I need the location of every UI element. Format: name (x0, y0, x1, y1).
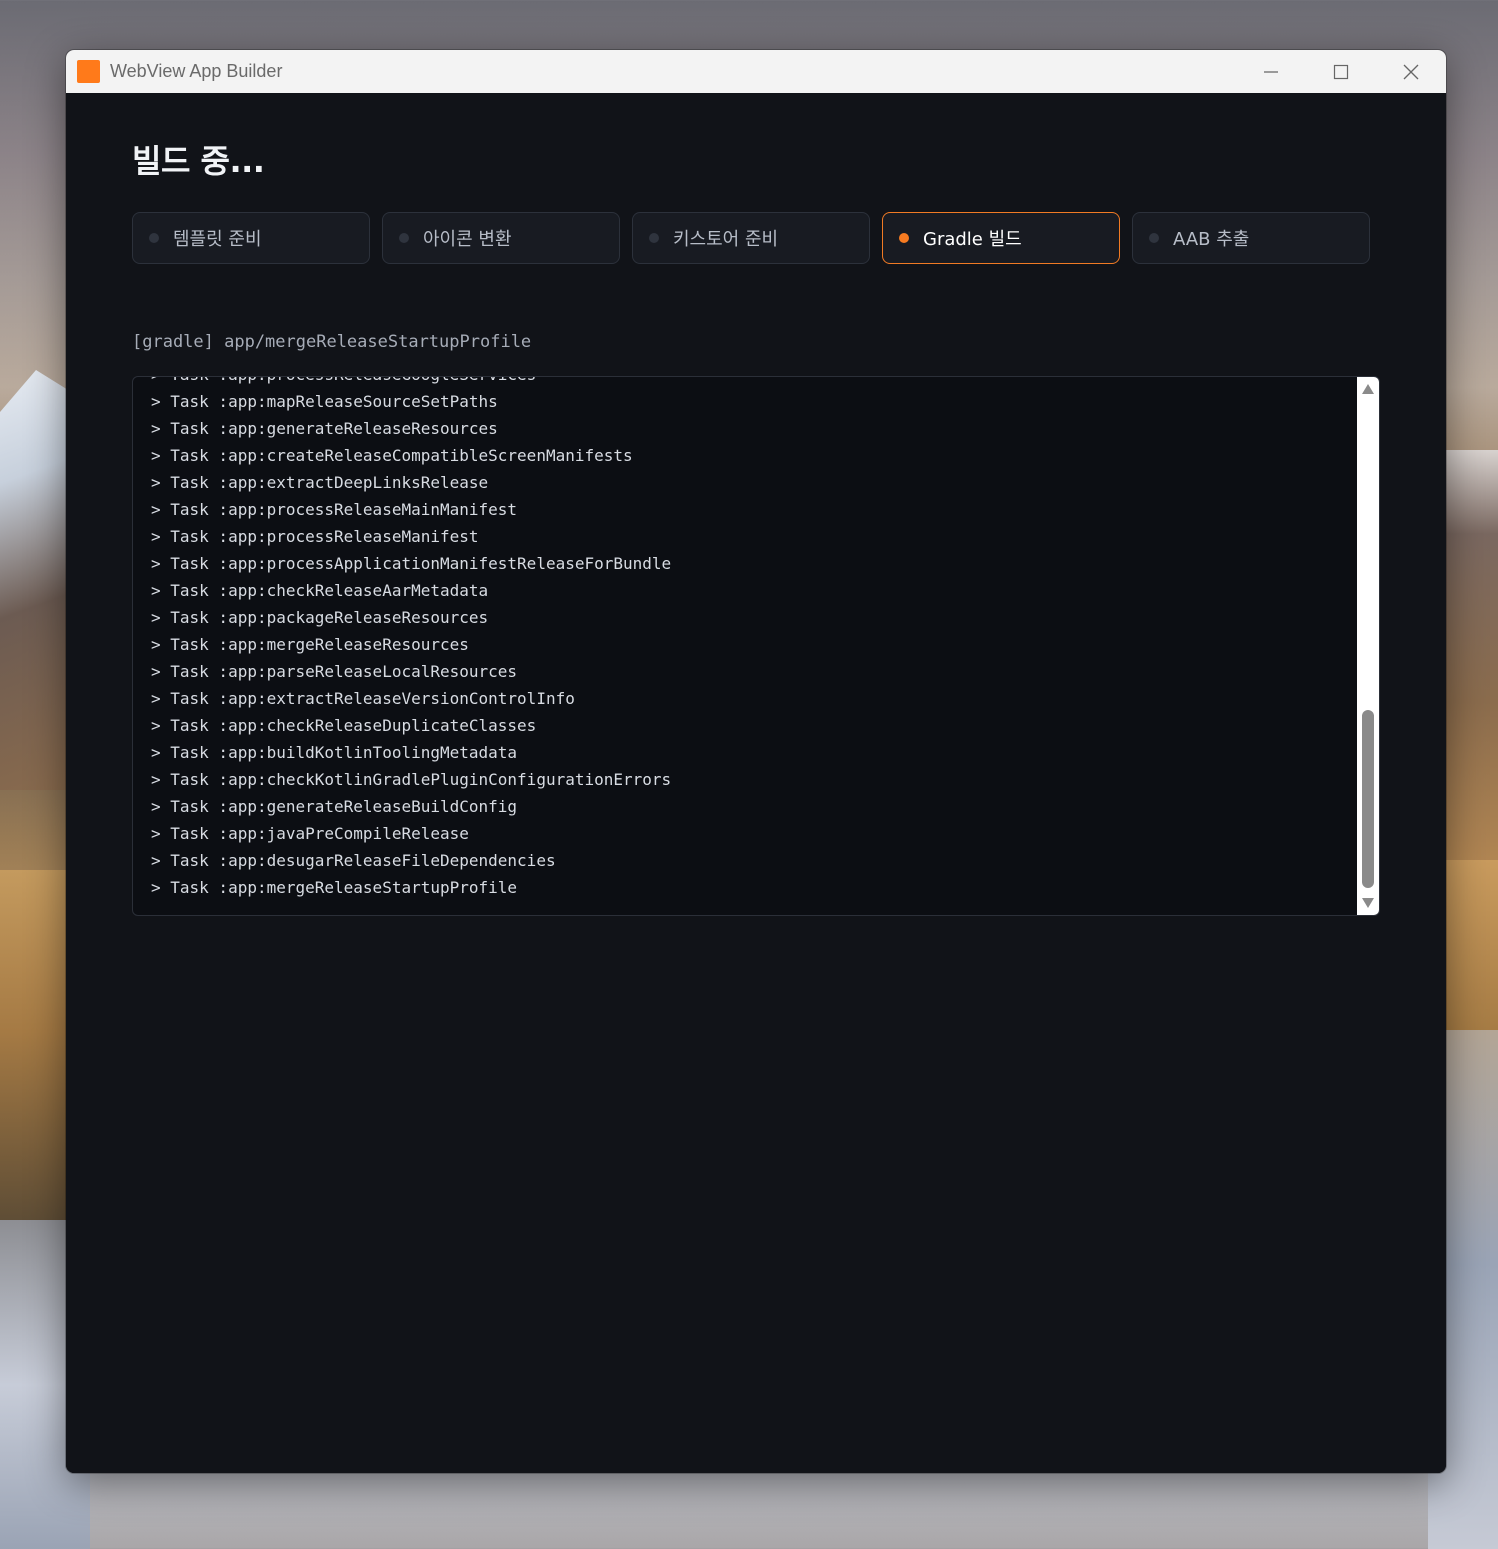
step-gradle-build: Gradle 빌드 (882, 212, 1120, 264)
maximize-icon (1333, 64, 1349, 79)
app-window: WebView App Builder 빌드 중... 템플릿 준비 아이콘 변… (66, 50, 1446, 1473)
log-line: > Task :app:processReleaseManifest (151, 527, 479, 546)
log-line: > Task :app:buildKotlinToolingMetadata (151, 743, 518, 762)
step-label: 키스토어 준비 (673, 229, 779, 250)
log-line: > Task :app:checkReleaseAarMetadata (151, 581, 489, 600)
log-line: > Task :app:desugarReleaseFileDependenci… (151, 851, 556, 870)
title-bar[interactable]: WebView App Builder (66, 50, 1446, 93)
step-status-dot (899, 233, 909, 243)
log-line: > Task :app:createReleaseCompatibleScree… (151, 446, 633, 465)
log-line: > Task :app:checkReleaseDuplicateClasses (151, 716, 537, 735)
step-label: 아이콘 변환 (423, 229, 512, 250)
close-icon (1403, 64, 1419, 79)
maximize-button[interactable] (1306, 50, 1376, 93)
step-status-dot (1149, 233, 1159, 243)
step-status-dot (149, 233, 159, 243)
step-label: Gradle 빌드 (923, 229, 1022, 250)
log-line: > Task :app:processReleaseGoogleServices (151, 377, 1349, 388)
page-title: 빌드 중... (132, 142, 265, 180)
log-line: > Task :app:extractDeepLinksRelease (151, 473, 489, 492)
log-line: > Task :app:mergeReleaseResources (151, 635, 469, 654)
log-line: > Task :app:packageReleaseResources (151, 608, 489, 627)
scrollbar-thumb[interactable] (1362, 710, 1374, 888)
minimize-button[interactable] (1236, 50, 1306, 93)
step-label: AAB 추출 (1173, 229, 1250, 250)
step-keystore: 키스토어 준비 (632, 212, 870, 264)
scroll-up-arrow-icon[interactable] (1361, 383, 1375, 395)
log-line: > Task :app:processReleaseMainManifest (151, 500, 518, 519)
log-line: > Task :app:processApplicationManifestRe… (151, 554, 672, 573)
step-label: 템플릿 준비 (173, 229, 262, 250)
step-status-dot (649, 233, 659, 243)
window-title: WebView App Builder (110, 61, 283, 81)
step-template: 템플릿 준비 (132, 212, 370, 264)
log-scrollbar[interactable] (1357, 377, 1379, 915)
app-logo-icon (77, 60, 100, 83)
step-icon-convert: 아이콘 변환 (382, 212, 620, 264)
step-status-dot (399, 233, 409, 243)
build-log[interactable]: > Task :app:processReleaseGoogleServices… (132, 376, 1380, 916)
log-line: > Task :app:javaPreCompileRelease (151, 824, 469, 843)
step-aab-extract: AAB 추출 (1132, 212, 1370, 264)
log-line: > Task :app:checkKotlinGradlePluginConfi… (151, 770, 672, 789)
current-task-status: [gradle] app/mergeReleaseStartupProfile (132, 332, 532, 352)
log-line: > Task :app:generateReleaseResources (151, 419, 498, 438)
build-steps: 템플릿 준비 아이콘 변환 키스토어 준비 Gradle 빌드 AAB 추출 (132, 212, 1370, 264)
log-line: > Task :app:parseReleaseLocalResources (151, 662, 518, 681)
log-line: > Task :app:mergeReleaseStartupProfile (151, 878, 518, 897)
log-line: > Task :app:mapReleaseSourceSetPaths (151, 392, 498, 411)
window-controls (1236, 50, 1446, 93)
log-lines: > Task :app:processReleaseGoogleServices… (151, 377, 1349, 901)
minimize-icon (1264, 70, 1278, 73)
log-line: > Task :app:generateReleaseBuildConfig (151, 797, 518, 816)
scroll-down-arrow-icon[interactable] (1361, 897, 1375, 909)
main-content: 빌드 중... 템플릿 준비 아이콘 변환 키스토어 준비 Gradle 빌드 … (66, 93, 1446, 1473)
close-button[interactable] (1376, 50, 1446, 93)
log-line: > Task :app:extractReleaseVersionControl… (151, 689, 575, 708)
